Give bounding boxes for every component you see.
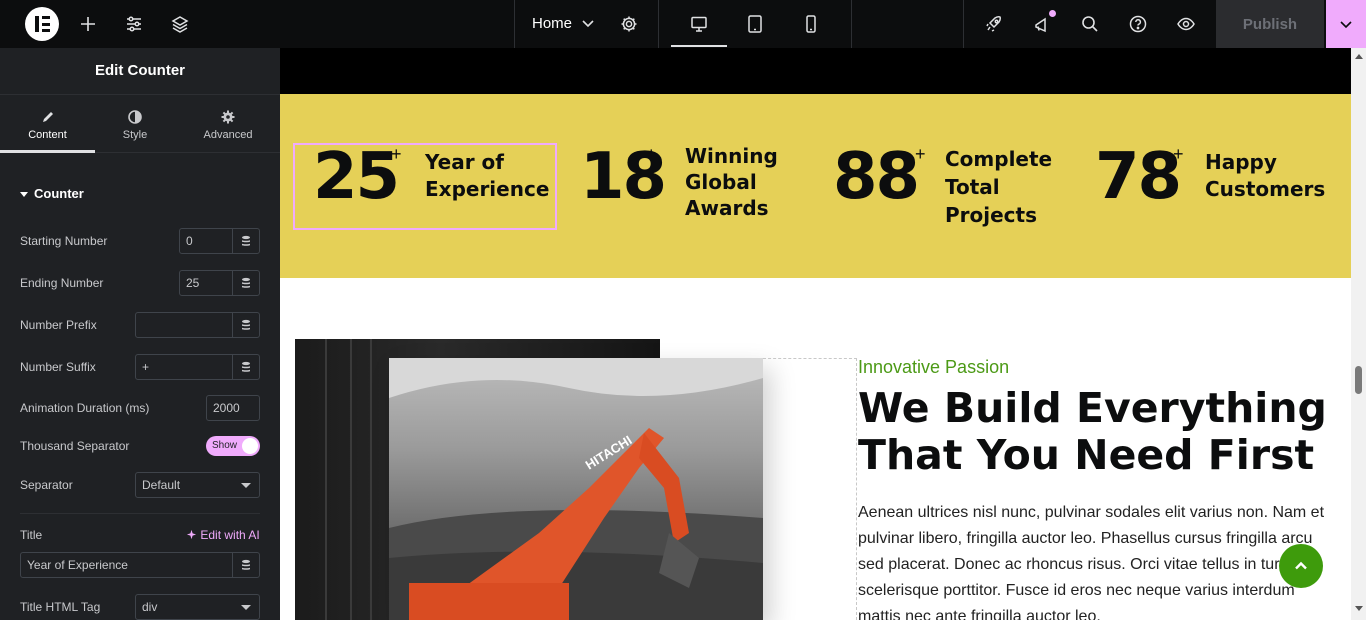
dynamic-tags-icon[interactable]	[232, 553, 259, 577]
notification-dot	[1049, 10, 1056, 17]
animation-duration-value: 2000	[213, 401, 240, 415]
counter-suffix: +	[391, 144, 402, 164]
thousand-separator-toggle[interactable]: Show	[206, 436, 260, 456]
counter-title: Winning Global Awards	[685, 144, 778, 220]
section-body-text: Aenean ultrices nisl nunc, pulvinar soda…	[858, 504, 1325, 620]
animation-duration-input[interactable]: 2000	[206, 395, 260, 421]
excavator-photo: HITACHI	[389, 358, 763, 620]
counter-number: 78	[1095, 140, 1182, 214]
number-suffix-value: +	[142, 360, 150, 374]
number-prefix-label: Number Prefix	[20, 318, 97, 332]
title-html-tag-value: div	[142, 600, 158, 614]
edit-with-ai-label: Edit with AI	[200, 528, 260, 542]
site-settings-sliders-icon[interactable]	[122, 12, 146, 36]
starting-number-label: Starting Number	[20, 234, 108, 248]
caret-down-icon	[241, 605, 251, 610]
chevron-up-icon	[1295, 561, 1307, 570]
counter-suffix: +	[915, 144, 926, 164]
structure-layers-icon[interactable]	[168, 12, 192, 36]
mobile-icon[interactable]	[799, 12, 823, 36]
help-icon[interactable]	[1126, 12, 1150, 36]
tab-style[interactable]: Style	[95, 96, 175, 153]
scroll-down-arrow-icon[interactable]	[1355, 606, 1363, 611]
page-name-dropdown[interactable]: Home	[532, 15, 572, 32]
animation-duration-label: Animation Duration (ms)	[20, 401, 150, 415]
column-outline	[763, 358, 857, 620]
excavator-illustration: HITACHI	[389, 358, 763, 620]
tab-advanced[interactable]: Advanced	[185, 96, 271, 153]
tablet-icon[interactable]	[743, 12, 767, 36]
tab-style-label: Style	[122, 129, 148, 141]
page-settings-gear-icon[interactable]	[617, 12, 641, 36]
title-html-tag-label: Title HTML Tag	[20, 600, 101, 614]
half-circle-icon	[128, 110, 142, 124]
dynamic-tags-icon[interactable]	[232, 313, 259, 337]
number-prefix-input[interactable]	[135, 312, 260, 338]
counter-title: Complete Total Projects	[945, 147, 1053, 227]
publish-button[interactable]: Publish	[1216, 0, 1324, 48]
title-label: Title	[20, 528, 43, 542]
section-heading: We Build Everything That You Need First	[858, 384, 1327, 479]
dynamic-tags-icon[interactable]	[232, 355, 259, 379]
number-suffix-label: Number Suffix	[20, 360, 96, 374]
search-icon[interactable]	[1078, 12, 1102, 36]
counter-number: 88	[833, 140, 920, 214]
desktop-icon[interactable]	[687, 12, 711, 36]
thousand-separator-label: Thousand Separator	[20, 439, 130, 453]
scroll-up-arrow-icon[interactable]	[1355, 54, 1363, 59]
title-value: Year of Experience	[27, 558, 128, 572]
title-html-tag-select[interactable]: div	[135, 594, 260, 620]
toggle-knob	[242, 438, 258, 454]
tab-advanced-label: Advanced	[203, 129, 253, 141]
section-counter-toggle[interactable]: Counter	[20, 186, 84, 201]
counter-title: Happy Customers	[1205, 150, 1326, 201]
header-band	[280, 48, 1351, 94]
panel-tabs: Content Style Advanced	[0, 96, 280, 153]
rocket-icon[interactable]	[982, 12, 1006, 36]
toggle-state-label: Show	[212, 440, 238, 451]
number-suffix-input[interactable]: +	[135, 354, 260, 380]
ending-number-input[interactable]: 25	[179, 270, 260, 296]
separator-value: Default	[142, 478, 181, 492]
counter-suffix: +	[646, 144, 657, 164]
section-title: Counter	[34, 186, 84, 201]
counter-number: 25	[313, 140, 400, 214]
scroll-to-top-button[interactable]	[1279, 544, 1323, 588]
section-eyebrow: Innovative Passion	[858, 357, 1010, 377]
tab-content-label: Content	[28, 129, 67, 141]
counter-suffix: +	[1173, 144, 1184, 164]
starting-number-input[interactable]: 0	[179, 228, 260, 254]
pencil-icon	[42, 112, 53, 122]
editor-panel: Edit Counter Content Style Advanced Coun…	[0, 48, 280, 620]
dynamic-tags-icon[interactable]	[232, 229, 259, 253]
add-element-icon[interactable]	[76, 12, 100, 36]
publish-options-chevron-icon[interactable]	[1326, 0, 1366, 48]
starting-number-value: 0	[186, 234, 193, 248]
page-canvas: 25 + Year of Experience 18 + Winning Globa…	[280, 48, 1351, 620]
preview-eye-icon[interactable]	[1174, 12, 1198, 36]
separator-select[interactable]: Default	[135, 472, 260, 498]
canvas-scrollbar[interactable]	[1351, 48, 1366, 620]
chevron-down-icon[interactable]	[580, 15, 596, 31]
editor-top-bar: Home Publish	[0, 0, 1366, 48]
panel-title: Edit Counter	[0, 48, 280, 95]
edit-with-ai-link[interactable]: Edit with AI	[186, 528, 260, 542]
dynamic-tags-icon[interactable]	[232, 271, 259, 295]
scrollbar-thumb[interactable]	[1355, 366, 1362, 394]
tab-content[interactable]: Content	[0, 96, 95, 153]
counter-title: Year of Experience	[425, 150, 550, 201]
caret-down-icon	[241, 483, 251, 488]
ending-number-value: 25	[186, 276, 200, 290]
separator-label: Separator	[20, 478, 73, 492]
sparkle-icon	[186, 529, 197, 540]
title-input[interactable]: Year of Experience	[20, 552, 260, 578]
ending-number-label: Ending Number	[20, 276, 104, 290]
elementor-logo-icon[interactable]	[25, 7, 59, 41]
caret-down-icon	[20, 192, 28, 198]
gear-icon	[221, 110, 235, 124]
